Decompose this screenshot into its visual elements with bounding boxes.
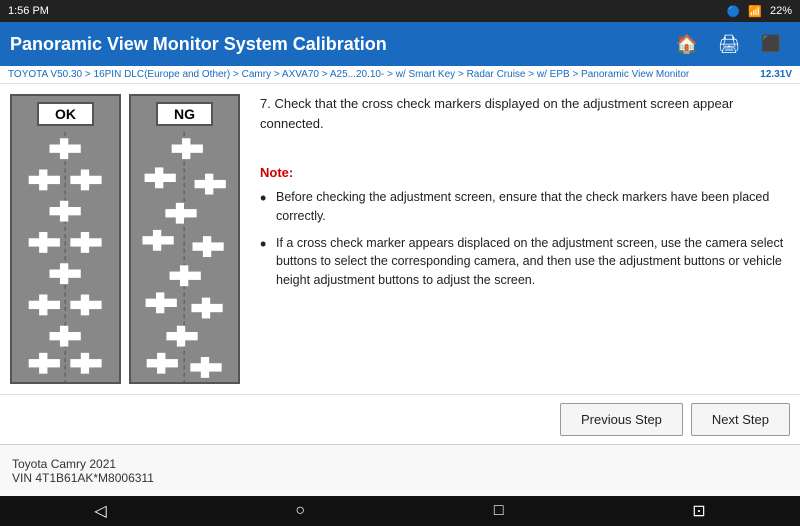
battery-level: 22% [770,5,792,17]
text-panel: 7. Check that the cross check markers di… [250,94,790,384]
vehicle-vin: VIN 4T1B61AK*M8006311 [12,471,154,485]
bullet-item-1: • Before checking the adjustment screen,… [260,188,790,226]
wifi-icon: 📶 [748,5,762,18]
note-label: Note: [260,163,790,183]
home-icon: 🏠 [676,34,698,55]
action-area: Previous Step Next Step [0,394,800,444]
main-content: OK [0,84,800,394]
next-step-button[interactable]: Next Step [691,403,790,436]
home-button[interactable]: 🏠 [668,25,706,63]
bullet-dot-2: • [260,234,276,256]
ng-label: NG [156,102,213,126]
exit-button[interactable]: ⬛ [752,25,790,63]
status-time: 1:56 PM [8,5,49,17]
bullet-dot-1: • [260,188,276,210]
ok-diagram-svg [17,132,113,382]
breadcrumb-version: 12.31V [760,69,792,80]
recent-apps-button[interactable]: □ [494,502,504,520]
vehicle-model: Toyota Camry 2021 [12,457,154,471]
page-title: Panoramic View Monitor System Calibratio… [10,34,664,55]
bullet-item-2: • If a cross check marker appears displa… [260,234,790,290]
print-icon: 🖨 [718,34,741,55]
bullet-text-1: Before checking the adjustment screen, e… [276,188,790,226]
diagram-panel: OK [10,94,250,384]
status-bar: 1:56 PM 🔵 📶 22% [0,0,800,22]
ok-label: OK [37,102,94,126]
screenshot-button[interactable]: ⊡ [692,501,705,521]
home-nav-button[interactable]: ○ [295,502,305,520]
ng-diagram-svg [136,132,232,382]
breadcrumb-text: TOYOTA V50.30 > 16PIN DLC(Europe and Oth… [8,69,689,80]
print-button[interactable]: 🖨 [710,25,748,63]
bluetooth-icon: 🔵 [727,5,741,18]
ng-diagram: NG [129,94,240,384]
bullet-text-2: If a cross check marker appears displace… [276,234,790,290]
footer-info: Toyota Camry 2021 VIN 4T1B61AK*M8006311 [12,457,154,485]
app-header: Panoramic View Monitor System Calibratio… [0,22,800,66]
note-content: • Before checking the adjustment screen,… [260,188,790,290]
previous-step-button[interactable]: Previous Step [560,403,683,436]
back-button[interactable]: ◁ [94,501,106,521]
step-description: 7. Check that the cross check markers di… [260,94,790,133]
footer: Toyota Camry 2021 VIN 4T1B61AK*M8006311 [0,444,800,496]
ok-diagram: OK [10,94,121,384]
breadcrumb: TOYOTA V50.30 > 16PIN DLC(Europe and Oth… [0,66,800,84]
exit-icon: ⬛ [761,34,781,54]
android-nav-bar: ◁ ○ □ ⊡ [0,496,800,526]
